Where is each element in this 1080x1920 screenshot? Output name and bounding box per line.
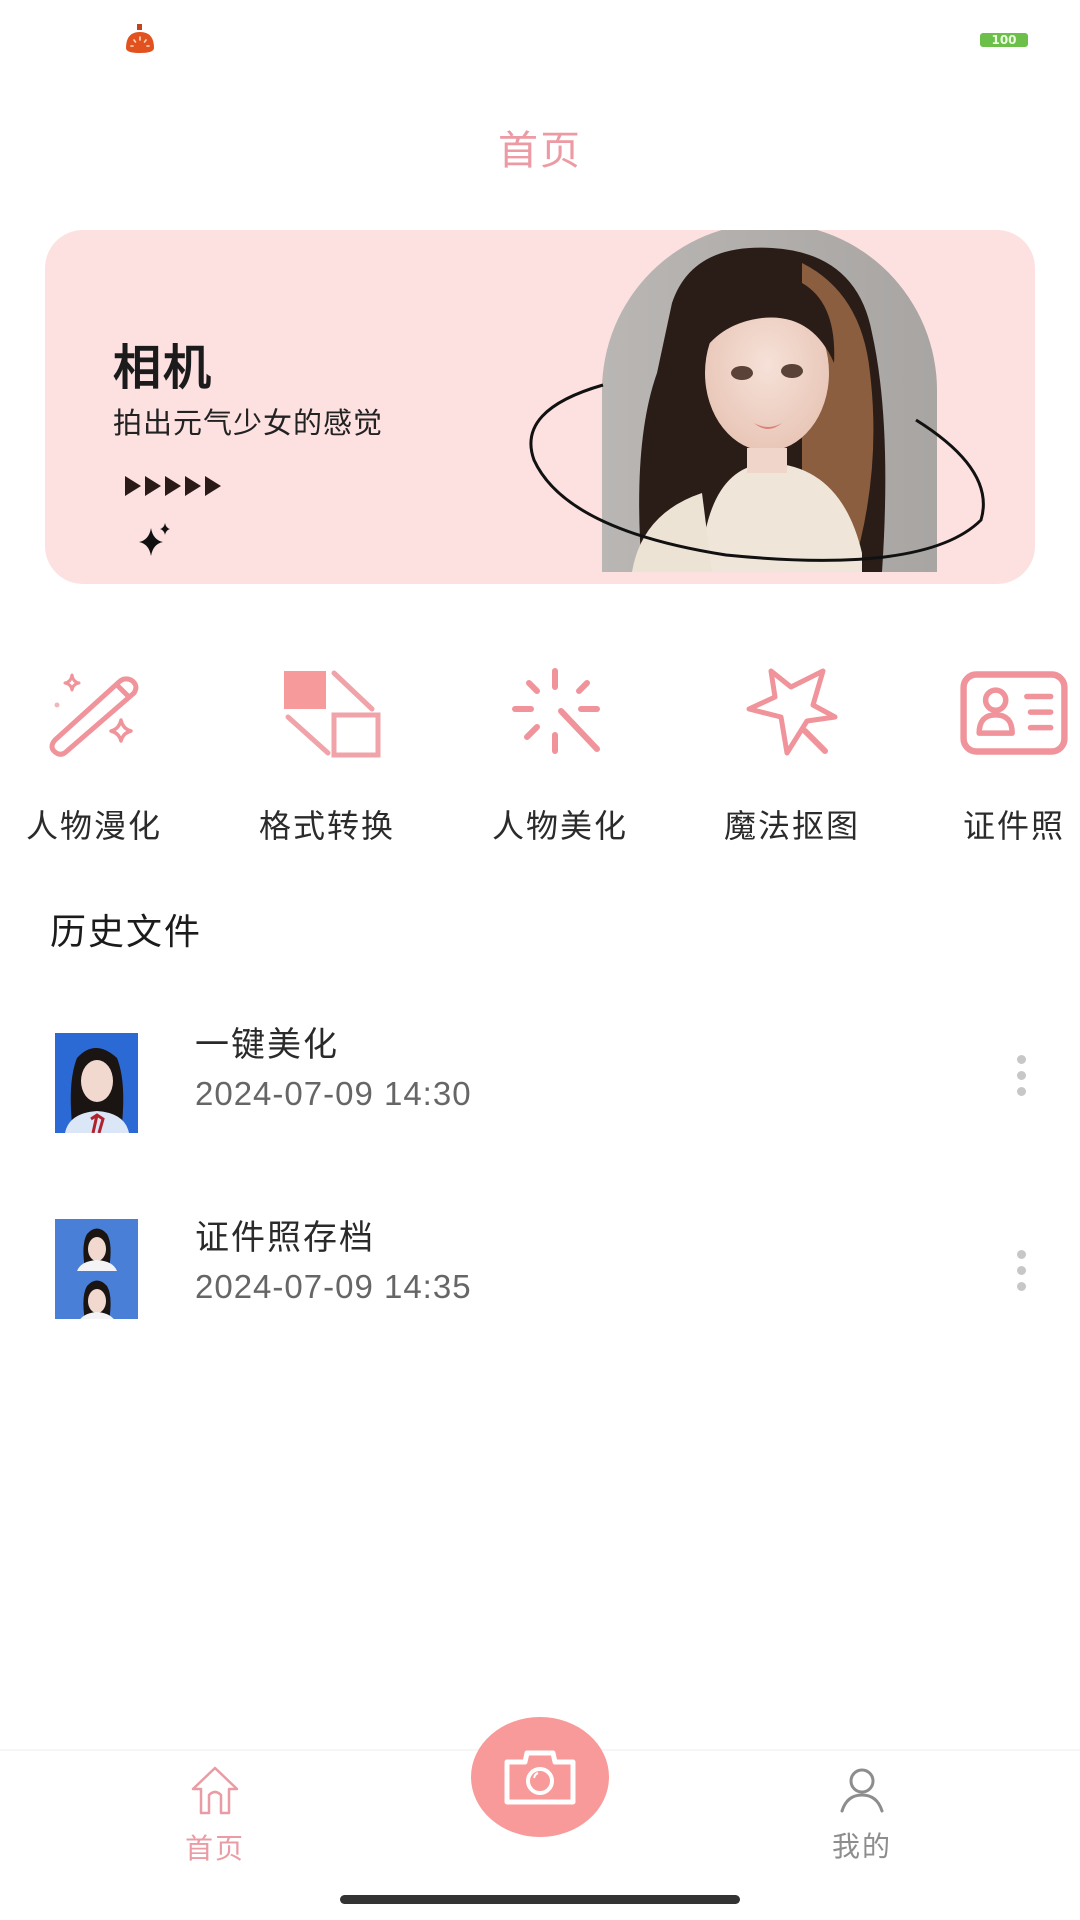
feature-format-convert[interactable]: 格式转换 <box>227 665 427 847</box>
camera-icon <box>504 1750 576 1805</box>
arrow-right-icon <box>185 476 201 496</box>
more-vertical-icon <box>1011 1055 1031 1096</box>
arrow-right-icon <box>125 476 141 496</box>
feature-label: 人物漫化 <box>25 807 162 845</box>
tab-mine-label: 我的 <box>831 1830 892 1863</box>
arrow-right-icon <box>205 476 221 496</box>
feature-label: 格式转换 <box>258 807 395 845</box>
magic-wand-icon <box>49 673 139 757</box>
format-convert-icon <box>284 670 381 758</box>
sparkle-burst-icon <box>512 668 600 754</box>
feature-label: 证件照 <box>962 807 1065 845</box>
history-item-date: 2024-07-09 14:30 <box>195 1075 472 1112</box>
arrows-decoration <box>125 473 221 499</box>
feature-label: 人物美化 <box>491 807 628 845</box>
tab-home[interactable]: 首页 <box>150 1765 280 1865</box>
tab-mine[interactable]: 我的 <box>797 1765 927 1865</box>
history-thumbnail <box>55 1033 138 1133</box>
history-section-title: 历史文件 <box>50 912 203 953</box>
feature-id-photo[interactable]: 证件照 <box>914 665 1080 847</box>
banner-subtitle: 拍出元气少女的感觉 <box>113 406 384 440</box>
feature-magic-cutout[interactable]: 魔法抠图 <box>692 665 892 847</box>
camera-banner[interactable]: 相机 拍出元气少女的感觉 <box>45 230 1035 584</box>
history-item-title: 证件照存档 <box>195 1218 375 1258</box>
person-icon <box>840 1768 884 1813</box>
history-item[interactable]: 证件照存档 2024-07-09 14:35 <box>0 1200 1080 1340</box>
sparkle-icon <box>135 520 175 560</box>
history-item[interactable]: 一键美化 2024-07-09 14:30 <box>0 1015 1080 1155</box>
banner-title: 相机 <box>113 340 214 396</box>
more-options-button[interactable] <box>1011 1250 1031 1294</box>
more-vertical-icon <box>1011 1250 1031 1291</box>
home-indicator[interactable] <box>340 1895 740 1904</box>
history-thumbnail <box>55 1219 138 1319</box>
arrow-right-icon <box>145 476 161 496</box>
tab-home-label: 首页 <box>184 1832 245 1865</box>
camera-button[interactable] <box>471 1717 609 1837</box>
id-card-icon <box>960 671 1068 755</box>
home-icon <box>191 1766 239 1815</box>
history-item-title: 一键美化 <box>195 1025 339 1065</box>
feature-beautify[interactable]: 人物美化 <box>460 665 660 847</box>
feature-cartoonize[interactable]: 人物漫化 <box>0 665 194 847</box>
battery-indicator: 100 <box>980 33 1028 47</box>
feature-label: 魔法抠图 <box>723 807 860 845</box>
history-item-date: 2024-07-09 14:35 <box>195 1268 472 1305</box>
app-notification-icon <box>122 22 158 58</box>
orbit-ellipse-decoration <box>526 350 990 562</box>
star-wand-icon <box>746 668 838 756</box>
page-title: 首页 <box>498 128 582 174</box>
more-options-button[interactable] <box>1011 1055 1031 1099</box>
arrow-right-icon <box>165 476 181 496</box>
